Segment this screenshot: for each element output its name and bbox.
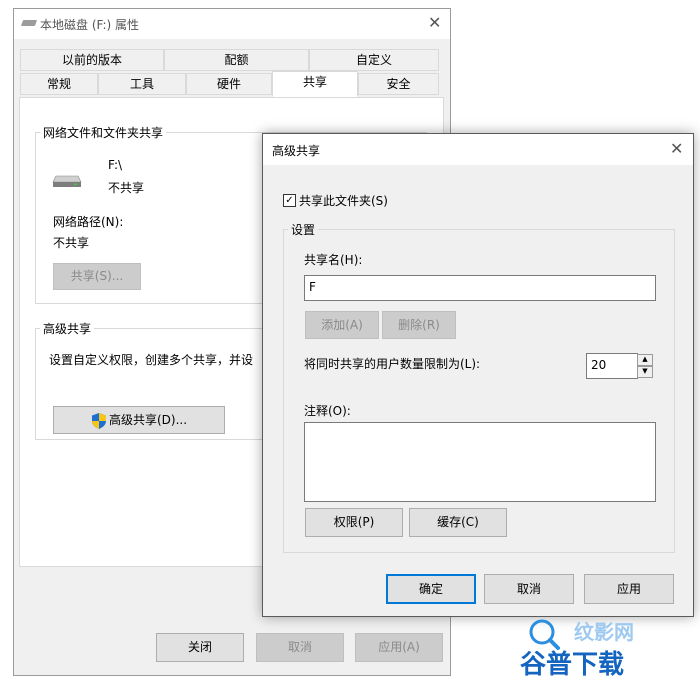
watermark-bottom-text: 谷普下载	[520, 650, 625, 680]
cache-button[interactable]: 缓存(C)	[409, 508, 507, 537]
user-limit-label: 将同时共享的用户数量限制为(L):	[304, 357, 481, 371]
network-path-value: 不共享	[53, 236, 90, 250]
tab-general[interactable]: 常规	[20, 73, 98, 95]
drive-icon	[20, 20, 38, 26]
cancel-button[interactable]: 取消	[484, 574, 574, 604]
settings-group: 设置	[283, 221, 675, 553]
shield-icon	[92, 412, 106, 429]
tab-previous-versions[interactable]: 以前的版本	[20, 49, 164, 71]
apply-button[interactable]: 应用(A)	[355, 633, 443, 662]
user-limit-input[interactable]: 20	[586, 353, 638, 379]
properties-title: 本地磁盘 (F:) 属性	[40, 18, 140, 32]
advanced-sharing-title: 高级共享	[272, 144, 321, 158]
share-folder-label: 共享此文件夹(S)	[299, 194, 388, 208]
share-name-label: 共享名(H):	[304, 253, 363, 267]
settings-legend: 设置	[291, 223, 316, 237]
share-status: 不共享	[108, 181, 145, 195]
spin-up-icon[interactable]: ▲	[637, 354, 653, 366]
comment-textarea[interactable]	[304, 422, 656, 502]
add-button[interactable]: 添加(A)	[305, 311, 379, 339]
tab-hardware[interactable]: 硬件	[186, 73, 272, 95]
remove-button[interactable]: 删除(R)	[382, 311, 456, 339]
advanced-sharing-button[interactable]: 高级共享(D)...	[53, 406, 225, 434]
advanced-sharing-button-label: 高级共享(D)...	[109, 413, 188, 427]
close-button[interactable]: 关闭	[156, 633, 244, 662]
advanced-sharing-description: 设置自定义权限，创建多个共享，并设	[49, 353, 254, 367]
properties-titlebar: 本地磁盘 (F:) 属性 ✕	[14, 9, 450, 39]
drive-icon	[52, 174, 82, 188]
network-path-label: 网络路径(N):	[53, 215, 124, 229]
share-folder-checkbox[interactable]: ✓	[283, 194, 296, 207]
tab-sharing[interactable]: 共享	[272, 71, 358, 97]
tab-customize[interactable]: 自定义	[309, 49, 439, 71]
share-name-input[interactable]: F	[304, 275, 656, 301]
apply-button[interactable]: 应用	[584, 574, 674, 604]
advanced-sharing-titlebar: 高级共享 ✕	[263, 134, 693, 165]
close-icon[interactable]: ✕	[670, 141, 683, 157]
comment-label: 注释(O):	[304, 404, 351, 418]
advanced-sharing-dialog: 高级共享 ✕ ✓ 共享此文件夹(S) 设置 共享名(H): F 添加(A) 删除…	[262, 133, 694, 617]
permissions-button[interactable]: 权限(P)	[305, 508, 403, 537]
drive-name: F:\	[108, 158, 123, 172]
share-button[interactable]: 共享(S)...	[53, 263, 141, 290]
network-sharing-legend: 网络文件和文件夹共享	[43, 126, 164, 140]
cancel-button[interactable]: 取消	[256, 633, 344, 662]
tab-tools[interactable]: 工具	[98, 73, 186, 95]
advanced-sharing-legend: 高级共享	[43, 322, 92, 336]
close-icon[interactable]: ✕	[428, 15, 441, 31]
watermark-top-text: 纹影网	[574, 620, 634, 644]
tab-quota[interactable]: 配额	[164, 49, 309, 71]
spin-down-icon[interactable]: ▼	[637, 366, 653, 378]
tab-security[interactable]: 安全	[358, 73, 439, 95]
ok-button[interactable]: 确定	[386, 574, 476, 604]
